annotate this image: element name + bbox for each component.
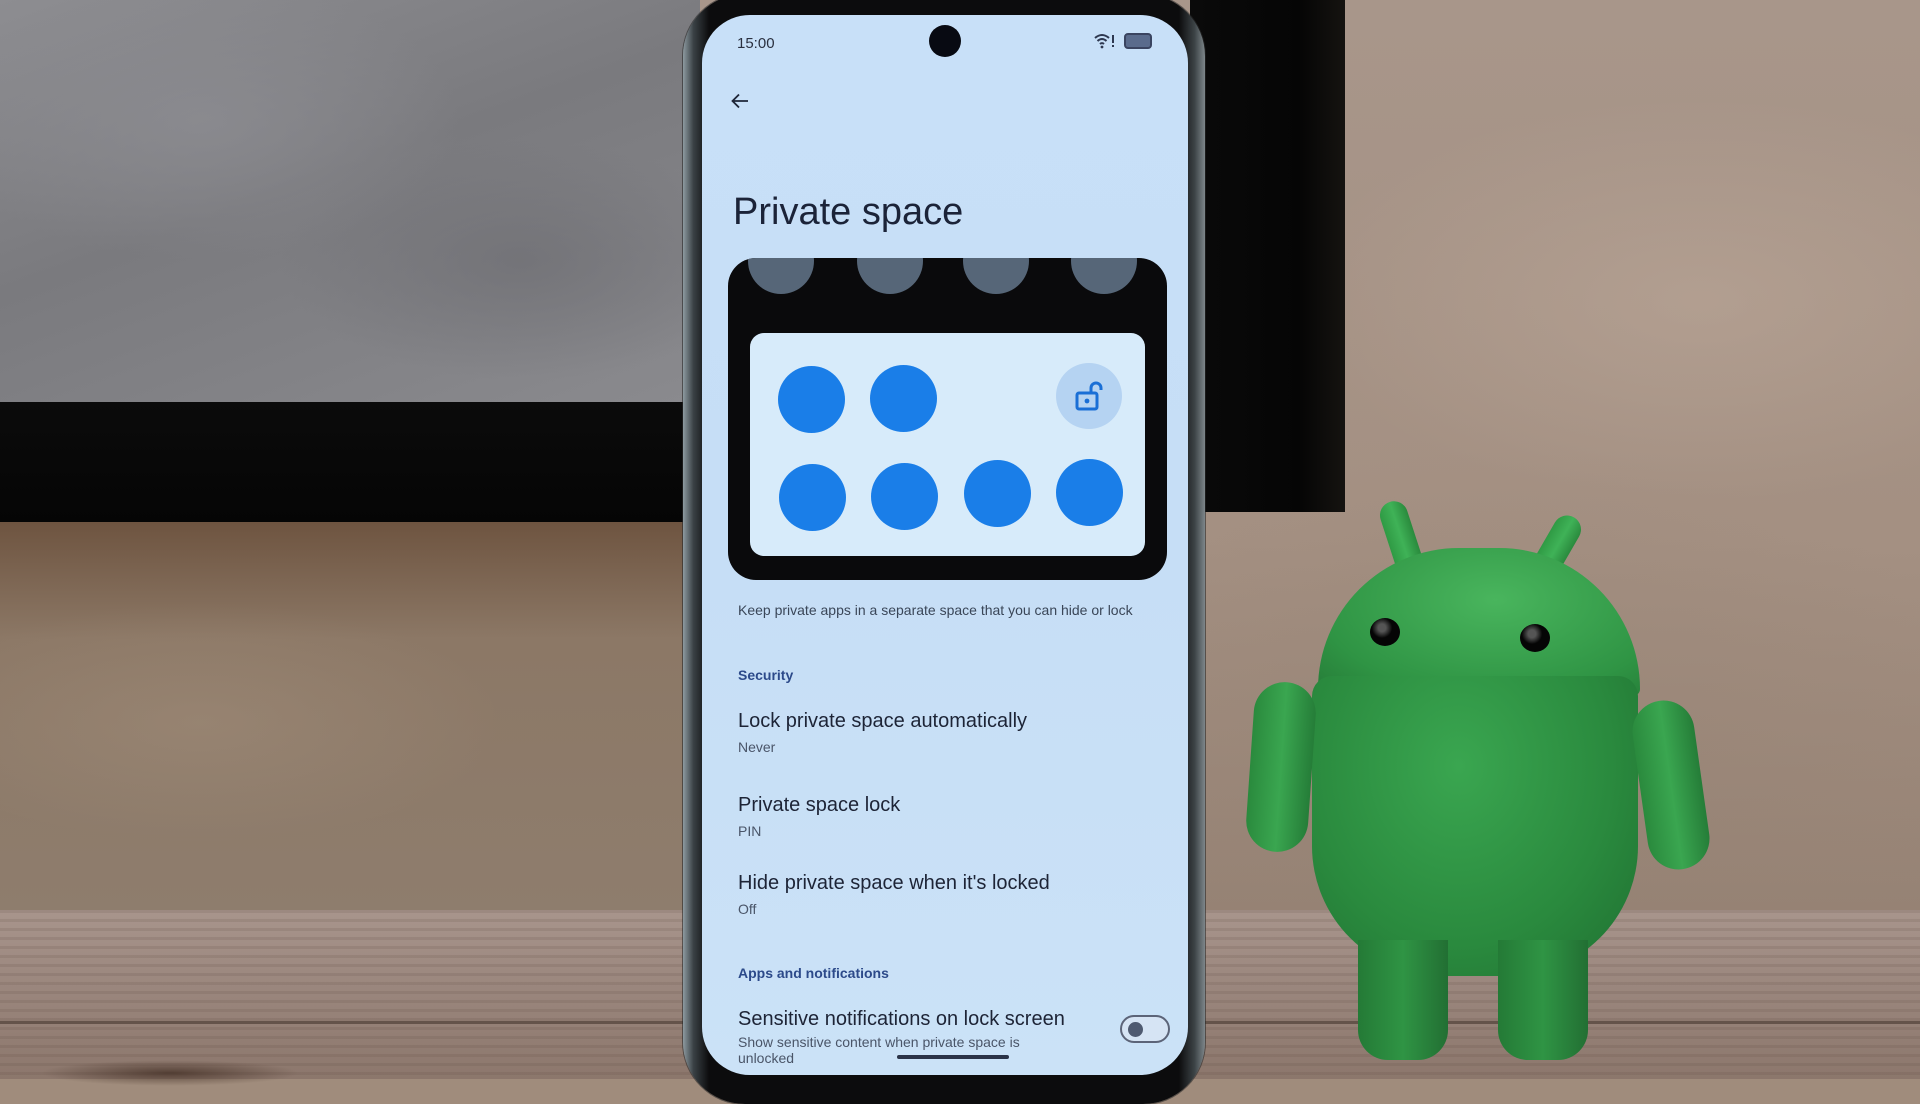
status-time: 15:00 (737, 35, 775, 52)
illustration-app-icon (963, 258, 1029, 294)
android-figurine (1240, 490, 1720, 1079)
illustration-private-app-icon (870, 365, 937, 432)
private-space-description: Keep private apps in a separate space th… (738, 602, 1133, 618)
gesture-navigation-handle[interactable] (897, 1055, 1009, 1059)
lock-open-icon (1075, 381, 1103, 411)
setting-title: Lock private space automatically (738, 710, 1028, 732)
illustration-app-icon (1071, 258, 1137, 294)
android-eye-left (1370, 618, 1400, 646)
setting-title: Private space lock (738, 794, 901, 816)
toggle-knob (1128, 1022, 1143, 1037)
illustration-private-panel (750, 333, 1145, 556)
back-button[interactable] (722, 85, 758, 117)
illustration-private-app-icon (778, 366, 845, 433)
illustration-private-app-icon (1056, 459, 1123, 526)
setting-title: Hide private space when it's locked (738, 872, 1050, 894)
background-monitor-screen (0, 0, 700, 402)
battery-icon (1124, 33, 1152, 49)
android-head (1318, 548, 1640, 696)
wifi-no-internet-icon (1094, 34, 1114, 49)
sensitive-notifications-toggle[interactable] (1120, 1015, 1170, 1043)
illustration-private-app-icon (779, 464, 846, 531)
android-leg-left (1358, 940, 1448, 1060)
android-arm-right (1628, 696, 1714, 874)
setting-lock-automatically[interactable]: Lock private space automatically Never (738, 710, 1158, 755)
private-space-illustration (728, 258, 1167, 580)
setting-hide-when-locked[interactable]: Hide private space when it's locked Off (738, 872, 1158, 917)
section-header-apps-notifications: Apps and notifications (738, 965, 889, 981)
phone-screen: 15:00 Private space Keep private apps in… (702, 15, 1188, 1075)
illustration-private-app-icon (964, 460, 1031, 527)
background-monitor-bezel-right (1190, 0, 1345, 512)
android-leg-right (1498, 940, 1588, 1060)
android-eye-right (1520, 624, 1550, 652)
setting-summary: PIN (738, 823, 762, 839)
illustration-private-app-icon (871, 463, 938, 530)
page-title: Private space (733, 191, 964, 233)
illustration-unlock-bubble (1056, 363, 1122, 429)
front-camera-cutout (929, 25, 961, 57)
arrow-left-icon (731, 93, 748, 109)
illustration-app-icon (748, 258, 814, 294)
table-knot (40, 1060, 300, 1086)
setting-summary: Off (738, 901, 757, 917)
android-body (1312, 676, 1638, 976)
setting-private-space-lock[interactable]: Private space lock PIN (738, 794, 1158, 839)
section-header-security: Security (738, 667, 794, 683)
background-monitor-bezel (0, 402, 700, 522)
background-wall-lower (0, 522, 690, 912)
setting-summary: Show sensitive content when private spac… (738, 1034, 1020, 1066)
android-arm-left (1244, 680, 1318, 854)
setting-summary: Never (738, 739, 776, 755)
setting-title: Sensitive notifications on lock screen (738, 1008, 1065, 1030)
status-icons (1094, 33, 1152, 49)
illustration-app-icon (857, 258, 923, 294)
